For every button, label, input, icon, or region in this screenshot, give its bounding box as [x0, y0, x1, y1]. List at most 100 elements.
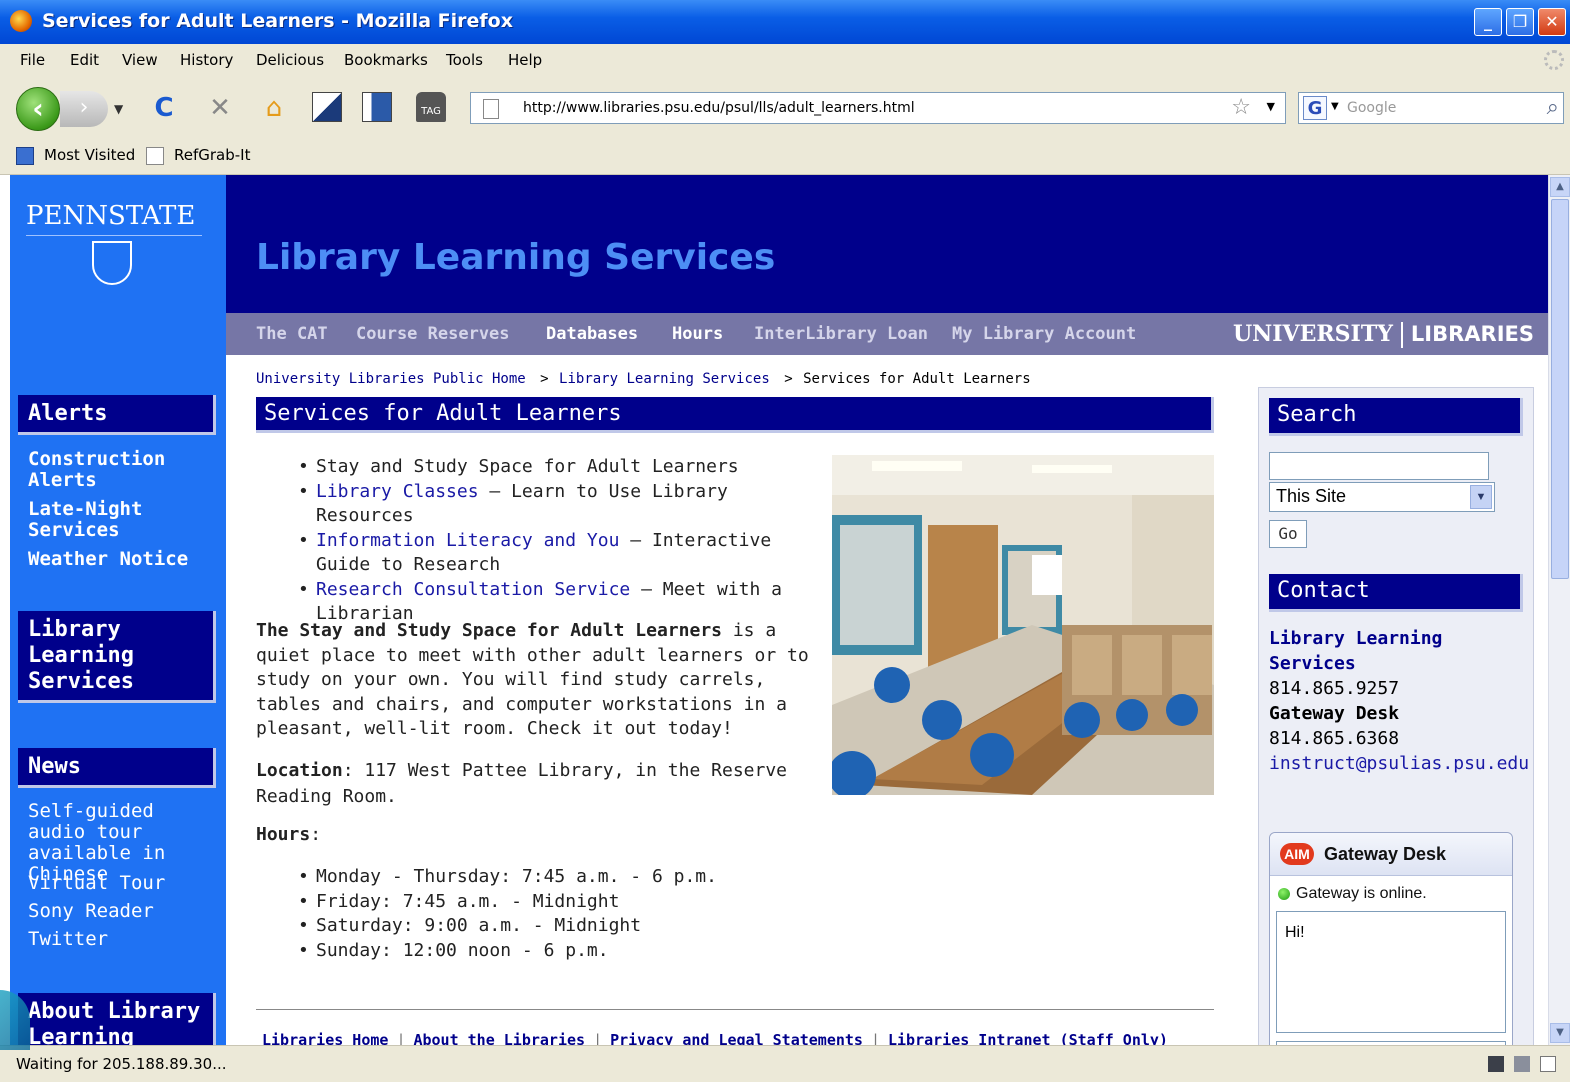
news-heading: News	[18, 748, 216, 788]
bookmark-most-visited[interactable]: Most Visited	[44, 146, 135, 164]
scroll-thumb[interactable]	[1551, 199, 1569, 579]
search-bar[interactable]: G ▼ Google ⌕	[1298, 92, 1564, 124]
bookmarks-toolbar: Most Visited RefGrab-It	[0, 138, 1570, 175]
nav-course-reserves[interactable]: Course Reserves	[356, 324, 510, 344]
site-search-input[interactable]	[1269, 452, 1489, 480]
stop-icon[interactable]: ✕	[204, 92, 236, 124]
hours-colon: :	[310, 824, 322, 845]
bookmark-refgrab[interactable]: RefGrab-It	[174, 146, 250, 164]
close-button[interactable]: ✕	[1538, 8, 1566, 36]
footer-intranet[interactable]: Libraries Intranet (Staff Only)	[888, 1031, 1168, 1045]
menu-file[interactable]: File	[20, 51, 45, 69]
search-placeholder[interactable]: Google	[1347, 100, 1396, 116]
hours-heading: Hours:	[256, 823, 321, 848]
footer-privacy[interactable]: Privacy and Legal Statements	[610, 1031, 863, 1045]
breadcrumb-lls[interactable]: Library Learning Services	[559, 371, 770, 387]
contact-lls-link[interactable]: Library Learning	[1269, 626, 1529, 651]
restore-button[interactable]: ❐	[1506, 8, 1534, 36]
search-engine-icon[interactable]: G	[1303, 96, 1327, 120]
news-link-virtual-tour[interactable]: Virtual Tour	[28, 873, 208, 894]
nav-databases[interactable]: Databases	[546, 324, 638, 344]
location-paragraph: Location: 117 West Pattee Library, in th…	[256, 758, 816, 810]
nav-interlibrary-loan[interactable]: InterLibrary Loan	[754, 324, 928, 344]
search-heading: Search	[1269, 398, 1523, 436]
university-libraries-logo[interactable]: UNIVERSITY LIBRARIES	[1233, 321, 1534, 348]
nav-the-cat[interactable]: The CAT	[256, 324, 328, 344]
list-item: Information Literacy and You — Interacti…	[256, 529, 822, 578]
nav-hours[interactable]: Hours	[672, 324, 723, 344]
nav-my-library-account[interactable]: My Library Account	[952, 324, 1136, 344]
footer-about-libraries[interactable]: About the Libraries	[413, 1031, 585, 1045]
logo-rule	[26, 235, 202, 236]
page-icon	[146, 147, 164, 165]
reload-icon[interactable]: C	[148, 92, 180, 124]
alert-link-weather[interactable]: Weather Notice	[28, 549, 218, 570]
menu-tools[interactable]: Tools	[446, 51, 483, 69]
hours-list: Monday - Thursday: 7:45 a.m. - 6 p.m. Fr…	[256, 865, 816, 963]
breadcrumb-home[interactable]: University Libraries Public Home	[256, 371, 526, 387]
navigation-toolbar: ‹ › ▼ C ✕ ⌂ TAG http://www.libraries.psu…	[0, 76, 1570, 138]
back-button[interactable]: ‹	[16, 87, 60, 131]
search-scope-select[interactable]: This Site ▼	[1269, 482, 1495, 512]
contact-desk: Gateway Desk	[1269, 703, 1400, 724]
menu-edit[interactable]: Edit	[70, 51, 99, 69]
contact-heading: Contact	[1269, 574, 1523, 612]
menu-history[interactable]: History	[180, 51, 233, 69]
library-classes-link[interactable]: Library Classes	[316, 481, 479, 502]
list-item: Stay and Study Space for Adult Learners	[256, 455, 822, 480]
site-header: Library Learning Services	[226, 175, 1548, 313]
search-icon[interactable]: ⌕	[1547, 95, 1559, 120]
contact-phone: 814.865.6368	[1269, 728, 1400, 749]
research-consultation-link[interactable]: Research Consultation Service	[316, 579, 630, 600]
alert-link-construction[interactable]: Construction Alerts	[28, 449, 198, 491]
about-heading[interactable]: About Library Learning	[18, 993, 216, 1045]
menu-bar: File Edit View History Delicious Bookmar…	[0, 44, 1570, 76]
news-link-sony-reader[interactable]: Sony Reader	[28, 901, 208, 922]
alerts-heading: Alerts	[18, 395, 216, 435]
footer-libraries-home[interactable]: Libraries Home	[262, 1031, 388, 1045]
top-navigation: The CAT Course Reserves Databases Hours …	[226, 313, 1548, 355]
site-title: Library Learning Services	[256, 237, 776, 278]
url-dropdown-icon[interactable]: ▼	[1267, 100, 1275, 113]
mail-icon[interactable]	[1540, 1056, 1556, 1072]
most-visited-icon	[16, 147, 34, 165]
aim-header: AIM Gateway Desk	[1270, 833, 1512, 876]
contact-phone: 814.865.9257	[1269, 678, 1400, 699]
scroll-down-icon[interactable]: ▼	[1550, 1023, 1570, 1043]
tag-icon[interactable]: TAG	[416, 92, 448, 124]
aim-message-area[interactable]: Hi!	[1276, 911, 1506, 1033]
intro-paragraph: The Stay and Study Space for Adult Learn…	[256, 619, 816, 742]
aim-logo-icon: AIM	[1280, 843, 1314, 865]
go-button[interactable]: Go	[1269, 520, 1307, 548]
hours-item: Saturday: 9:00 a.m. - Midnight	[256, 914, 816, 939]
scroll-up-icon[interactable]: ▲	[1550, 177, 1570, 197]
lls-heading[interactable]: Library Learning Services	[18, 611, 216, 703]
ul-logo-libraries: LIBRARIES	[1410, 322, 1534, 346]
search-engine-dropdown-icon[interactable]: ▼	[1331, 101, 1339, 112]
address-bar[interactable]: http://www.libraries.psu.edu/psul/lls/ad…	[470, 92, 1286, 124]
menu-help[interactable]: Help	[508, 51, 542, 69]
status-icon-2[interactable]	[1514, 1056, 1530, 1072]
history-dropdown-icon[interactable]: ▼	[114, 102, 123, 116]
contact-email-link[interactable]: instruct@psulias.psu.edu	[1269, 751, 1529, 776]
alert-link-late-night[interactable]: Late-Night Services	[28, 499, 198, 541]
forward-button[interactable]: ›	[60, 91, 108, 127]
bookmark-star-icon[interactable]: ☆	[1231, 95, 1251, 120]
information-literacy-link[interactable]: Information Literacy and You	[316, 530, 619, 551]
url-text[interactable]: http://www.libraries.psu.edu/psul/lls/ad…	[523, 100, 915, 116]
breadcrumb-separator: >	[540, 371, 549, 387]
vertical-scrollbar[interactable]: ▲ ▼	[1548, 175, 1570, 1045]
status-icon-1[interactable]	[1488, 1056, 1504, 1072]
news-link-twitter[interactable]: Twitter	[28, 929, 208, 950]
menu-delicious[interactable]: Delicious	[256, 51, 324, 69]
pennstate-logo[interactable]: PENNSTATE	[26, 201, 202, 285]
bookmark-toolbar-icon-2[interactable]	[362, 92, 394, 124]
menu-bookmarks[interactable]: Bookmarks	[344, 51, 428, 69]
chevron-down-icon[interactable]: ▼	[1470, 485, 1492, 509]
home-icon[interactable]: ⌂	[258, 92, 290, 124]
menu-view[interactable]: View	[122, 51, 158, 69]
bookmark-toolbar-icon-1[interactable]	[312, 92, 344, 124]
page-icon	[483, 99, 499, 119]
contact-lls-link[interactable]: Services	[1269, 651, 1529, 676]
minimize-button[interactable]: _	[1474, 8, 1502, 36]
